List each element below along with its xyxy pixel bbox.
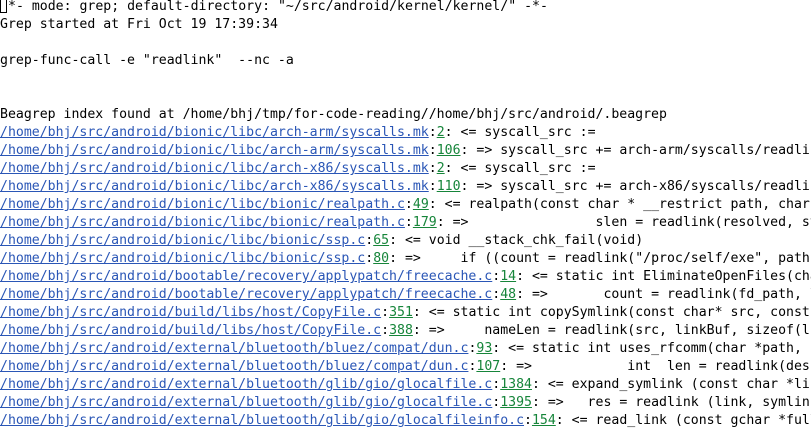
result-separator: : bbox=[428, 125, 437, 140]
result-line-number-link[interactable]: 1395 bbox=[500, 395, 532, 410]
result-line-number-link[interactable]: 93 bbox=[476, 341, 492, 356]
result-file-link[interactable]: /home/bhj/src/android/external/bluetooth… bbox=[0, 377, 492, 392]
result-separator: : bbox=[365, 233, 374, 248]
result-line-number-link[interactable]: 154 bbox=[532, 413, 556, 428]
grep-result-row[interactable]: /home/bhj/src/android/bootable/recovery/… bbox=[0, 286, 811, 304]
result-separator: : bbox=[428, 143, 437, 158]
result-file-link[interactable]: /home/bhj/src/android/external/bluetooth… bbox=[0, 341, 468, 356]
result-line-number-link[interactable]: 80 bbox=[373, 251, 389, 266]
text-cursor bbox=[0, 0, 7, 13]
result-match-text: : <= static int copySymlink(const char* … bbox=[412, 305, 810, 320]
result-line-number-link[interactable]: 48 bbox=[500, 287, 516, 302]
result-file-link[interactable]: /home/bhj/src/android/build/libs/host/Co… bbox=[0, 323, 381, 338]
result-file-link[interactable]: /home/bhj/src/android/external/bluetooth… bbox=[0, 395, 492, 410]
result-file-link[interactable]: /home/bhj/src/android/bionic/libc/bionic… bbox=[0, 251, 365, 266]
result-line-number-link[interactable]: 49 bbox=[413, 197, 429, 212]
result-separator: : bbox=[428, 179, 437, 194]
result-line-number-link[interactable]: 14 bbox=[500, 269, 516, 284]
grep-result-row[interactable]: /home/bhj/src/android/bionic/libc/arch-x… bbox=[0, 178, 811, 196]
grep-result-row[interactable]: /home/bhj/src/android/bionic/libc/bionic… bbox=[0, 214, 811, 232]
mode-line: *- mode: grep; default-directory: "~/src… bbox=[0, 0, 548, 16]
result-file-link[interactable]: /home/bhj/src/android/bionic/libc/arch-a… bbox=[0, 125, 429, 140]
result-match-text: : <= expand_symlink (const char *link) bbox=[531, 377, 811, 392]
result-match-text: : <= read_link (const gchar *full_name) bbox=[555, 413, 811, 428]
result-match-text: : => syscall_src += arch-arm/syscalls/re… bbox=[460, 143, 811, 158]
result-file-link[interactable]: /home/bhj/src/android/external/bluetooth… bbox=[0, 413, 524, 428]
result-file-link[interactable]: /home/bhj/src/android/external/bluetooth… bbox=[0, 359, 468, 374]
result-file-link[interactable]: /home/bhj/src/android/bionic/libc/arch-x… bbox=[0, 161, 429, 176]
mode-line-text: *- mode: grep; default-directory: "~/src… bbox=[8, 0, 548, 14]
result-line-number-link[interactable]: 351 bbox=[389, 305, 413, 320]
grep-result-row[interactable]: /home/bhj/src/android/bionic/libc/arch-a… bbox=[0, 124, 596, 142]
result-line-number-link[interactable]: 107 bbox=[476, 359, 500, 374]
result-line-number-link[interactable]: 1384 bbox=[500, 377, 532, 392]
result-separator: : bbox=[381, 323, 390, 338]
result-file-link[interactable]: /home/bhj/src/android/bionic/libc/bionic… bbox=[0, 215, 405, 230]
result-separator: : bbox=[428, 161, 437, 176]
result-match-text: : => int len = readlink(des, link, sizeo… bbox=[500, 359, 811, 374]
result-file-link[interactable]: /home/bhj/src/android/bionic/libc/bionic… bbox=[0, 233, 365, 248]
grep-result-row[interactable]: /home/bhj/src/android/external/bluetooth… bbox=[0, 340, 811, 358]
result-line-number-link[interactable]: 388 bbox=[389, 323, 413, 338]
result-separator: : bbox=[404, 215, 413, 230]
grep-result-row[interactable]: /home/bhj/src/android/bionic/libc/bionic… bbox=[0, 232, 643, 250]
grep-result-row[interactable]: /home/bhj/src/android/bionic/libc/arch-x… bbox=[0, 160, 596, 178]
result-separator: : bbox=[524, 413, 532, 428]
result-match-text: : <= static int uses_rfcomm(char *path, … bbox=[492, 341, 811, 356]
grep-result-row[interactable]: /home/bhj/src/android/external/bluetooth… bbox=[0, 376, 811, 394]
result-match-text: : => count = readlink(fd_path, link, siz… bbox=[516, 287, 811, 302]
result-match-text: : => nameLen = readlink(src, linkBuf, si… bbox=[412, 323, 811, 338]
result-file-link[interactable]: /home/bhj/src/android/bionic/libc/arch-a… bbox=[0, 143, 429, 158]
result-match-text: : => syscall_src += arch-x86/syscalls/re… bbox=[460, 179, 811, 194]
grep-result-row[interactable]: /home/bhj/src/android/build/libs/host/Co… bbox=[0, 304, 811, 322]
result-match-text: : <= static int EliminateOpenFiles(char*… bbox=[516, 269, 811, 284]
result-match-text: : <= realpath(const char * __restrict pa… bbox=[428, 197, 810, 212]
result-file-link[interactable]: /home/bhj/src/android/bootable/recovery/… bbox=[0, 269, 492, 284]
result-line-number-link[interactable]: 65 bbox=[373, 233, 389, 248]
result-match-text: : => res = readlink (link, symlink_value… bbox=[531, 395, 811, 410]
grep-result-row[interactable]: /home/bhj/src/android/external/bluetooth… bbox=[0, 412, 811, 430]
result-separator: : bbox=[381, 305, 390, 320]
result-line-number-link[interactable]: 2 bbox=[437, 125, 445, 140]
result-match-text: : => slen = readlink(resolved, symlink, … bbox=[436, 215, 811, 230]
grep-result-row[interactable]: /home/bhj/src/android/bionic/libc/bionic… bbox=[0, 196, 811, 214]
result-separator: : bbox=[365, 251, 374, 266]
grep-result-row[interactable]: /home/bhj/src/android/build/libs/host/Co… bbox=[0, 322, 811, 340]
grep-command-line: grep-func-call -e "readlink" --nc -a bbox=[0, 53, 294, 68]
result-file-link[interactable]: /home/bhj/src/android/bionic/libc/bionic… bbox=[0, 197, 405, 212]
result-match-text: : <= syscall_src := bbox=[444, 161, 596, 176]
grep-result-row[interactable]: /home/bhj/src/android/external/bluetooth… bbox=[0, 358, 811, 376]
result-match-text: : => if ((count = readlink("/proc/self/e… bbox=[389, 251, 811, 266]
result-line-number-link[interactable]: 2 bbox=[437, 161, 445, 176]
result-line-number-link[interactable]: 106 bbox=[437, 143, 461, 158]
beagrep-index-line: Beagrep index found at /home/bhj/tmp/for… bbox=[0, 107, 667, 122]
result-match-text: : <= void __stack_chk_fail(void) bbox=[389, 233, 644, 248]
grep-result-row[interactable]: /home/bhj/src/android/external/bluetooth… bbox=[0, 394, 811, 412]
result-line-number-link[interactable]: 110 bbox=[437, 179, 461, 194]
grep-output-buffer[interactable]: *- mode: grep; default-directory: "~/src… bbox=[0, 0, 811, 432]
grep-result-row[interactable]: /home/bhj/src/android/bootable/recovery/… bbox=[0, 268, 811, 286]
result-match-text: : <= syscall_src := bbox=[444, 125, 596, 140]
grep-started-line: Grep started at Fri Oct 19 17:39:34 bbox=[0, 17, 278, 32]
result-separator: : bbox=[404, 197, 413, 212]
result-file-link[interactable]: /home/bhj/src/android/build/libs/host/Co… bbox=[0, 305, 381, 320]
grep-result-row[interactable]: /home/bhj/src/android/bionic/libc/bionic… bbox=[0, 250, 811, 268]
grep-result-row[interactable]: /home/bhj/src/android/bionic/libc/arch-a… bbox=[0, 142, 811, 160]
result-line-number-link[interactable]: 179 bbox=[413, 215, 437, 230]
result-file-link[interactable]: /home/bhj/src/android/bootable/recovery/… bbox=[0, 287, 492, 302]
result-file-link[interactable]: /home/bhj/src/android/bionic/libc/arch-x… bbox=[0, 179, 429, 194]
